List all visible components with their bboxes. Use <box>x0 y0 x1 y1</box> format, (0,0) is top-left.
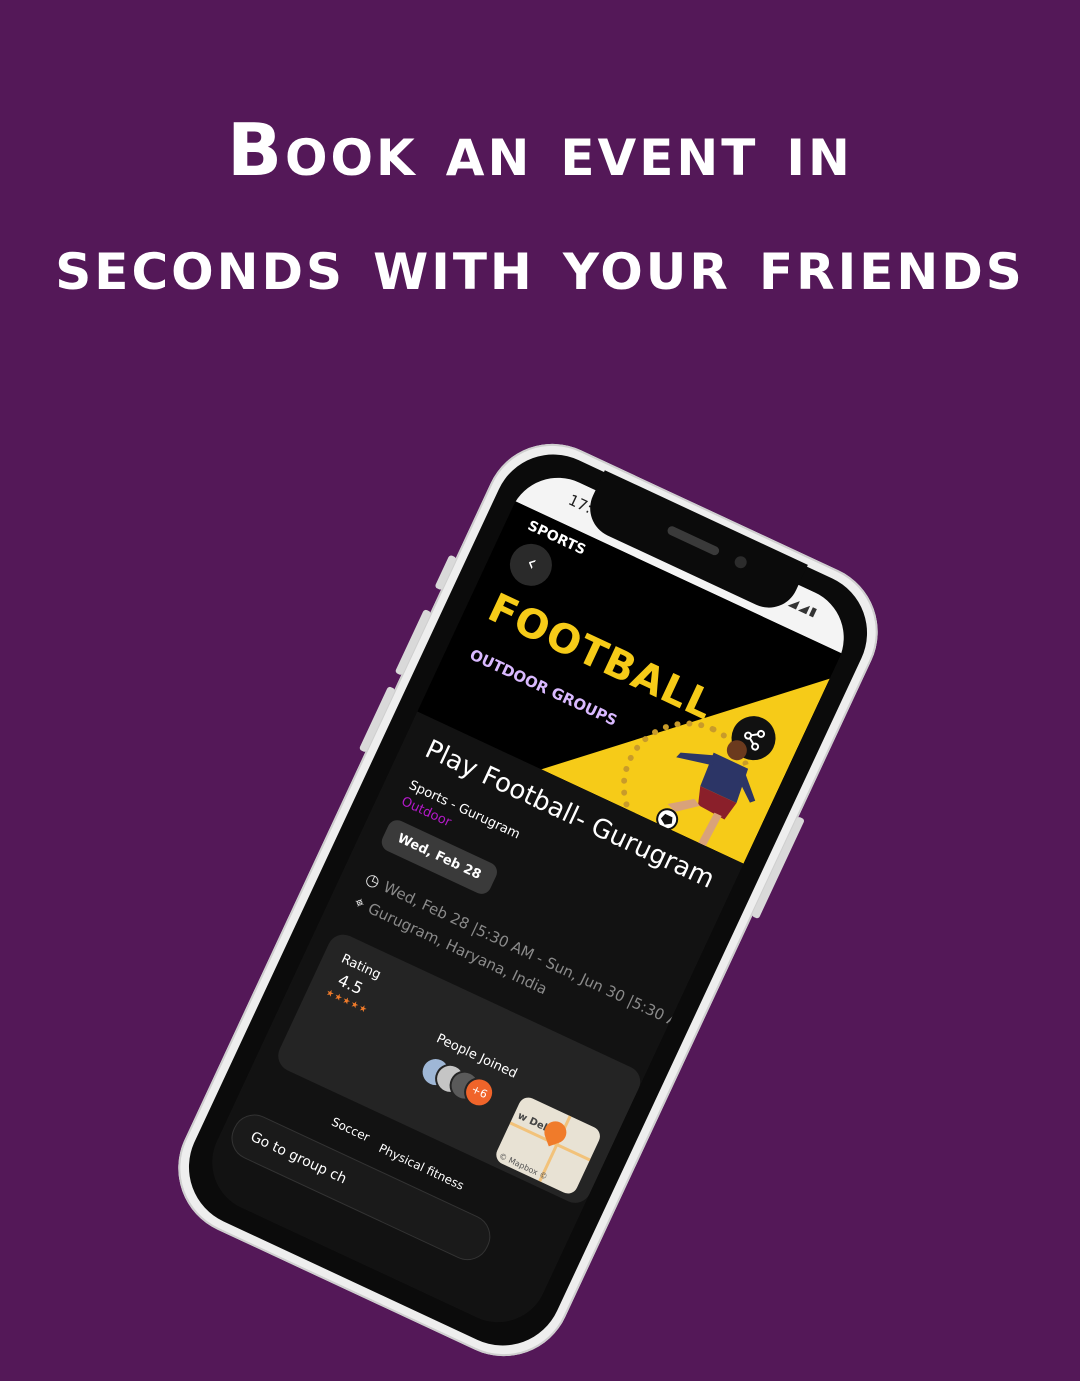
clock-icon: ◷ <box>362 868 384 892</box>
headline-line-1: Book an event in <box>227 108 853 192</box>
chevron-left-icon: ‹ <box>522 550 541 577</box>
tag-soccer[interactable]: Soccer <box>329 1115 372 1145</box>
speaker-grille <box>666 524 721 557</box>
headline-line-2: seconds with your friends <box>55 222 1025 306</box>
location-pin-icon: ⌖ <box>351 892 368 914</box>
front-camera <box>732 554 749 571</box>
back-button[interactable]: ‹ <box>503 536 559 593</box>
map-credit: © Mapbox © <box>497 1151 549 1182</box>
map-preview[interactable]: w Del © Mapbox © <box>493 1094 604 1197</box>
phone-mockup: 17:06 ▾◢◢▮ SPORTS ‹ FOOTBALL OUTDOOR GRO… <box>155 421 901 1379</box>
phone-frame: 17:06 ▾◢◢▮ SPORTS ‹ FOOTBALL OUTDOOR GRO… <box>169 434 887 1366</box>
joined-avatars[interactable]: +6 <box>415 1052 500 1113</box>
